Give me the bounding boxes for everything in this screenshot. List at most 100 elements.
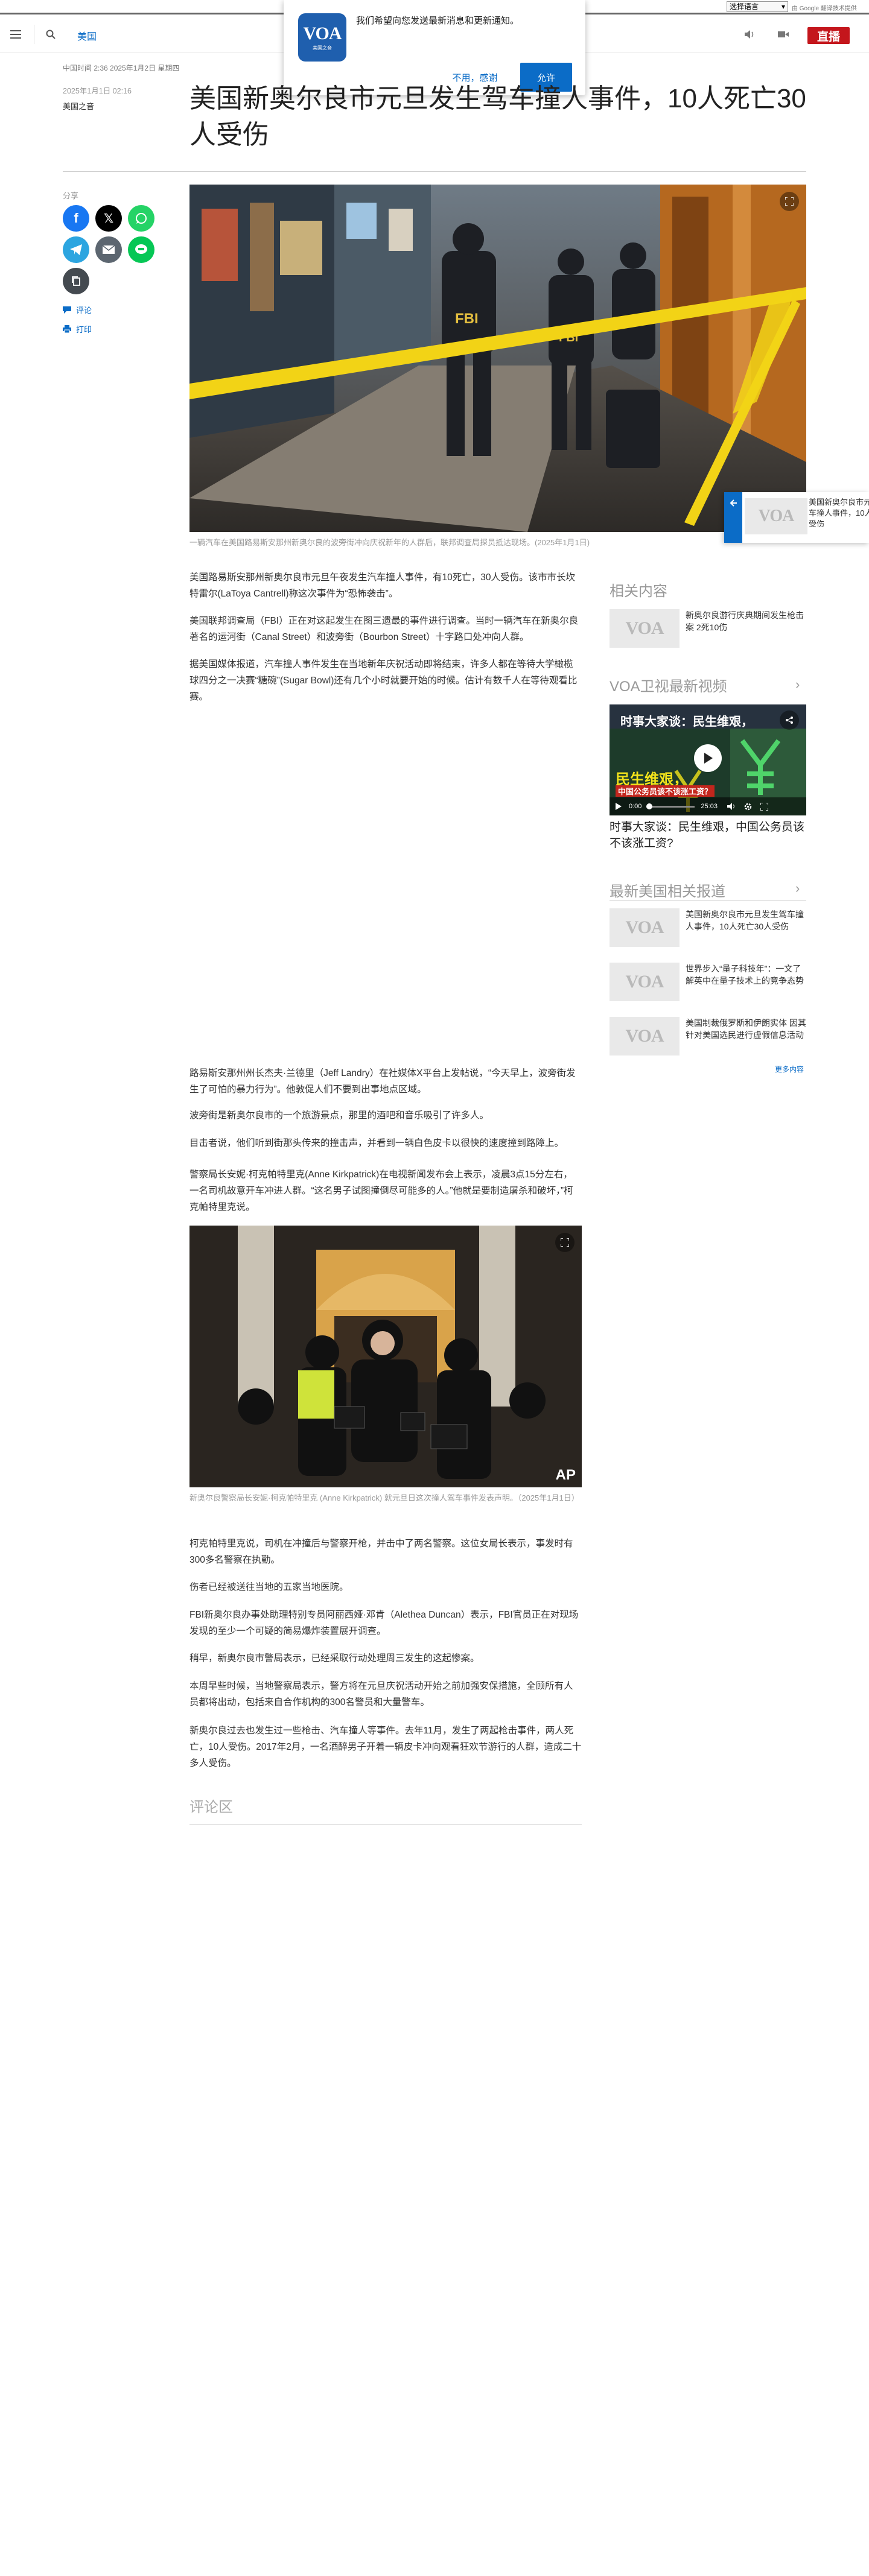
live-button-label: 直播	[816, 30, 840, 43]
telegram-icon	[70, 244, 82, 255]
video-progress[interactable]	[646, 803, 695, 809]
comments-heading: 评论区	[189, 1799, 233, 1815]
chevron-right-icon[interactable]: ›	[795, 881, 800, 896]
language-select[interactable]: 选择语言 ▾	[727, 1, 788, 12]
video-total-time: 25:03	[701, 803, 718, 810]
article-paragraph: 据美国媒体报道，汽车撞人事件发生在当地新年庆祝活动即将结束，许多人都在等待大学橄…	[189, 659, 578, 702]
latest-heading[interactable]: 最新美国相关报道	[610, 879, 725, 900]
play-button[interactable]	[694, 744, 722, 772]
ap-logo: AP	[555, 1467, 576, 1483]
article-paragraph: 美国联邦调查局（FBI）正在对这起发生在图三遗最的事件进行调查。当时一辆汽车在新…	[189, 616, 579, 642]
notification-message: 我们希望向您发送最新消息和更新通知。	[356, 16, 520, 26]
related-heading: 相关内容	[610, 583, 667, 600]
line-icon	[135, 244, 147, 254]
fullscreen-icon[interactable]	[760, 802, 768, 811]
related-item-title[interactable]: 新奥尔良游行庆典期间发生枪击案 2死10伤	[686, 609, 806, 633]
x-share-button[interactable]: 𝕏	[95, 205, 122, 232]
floating-title: 美国新奥尔良市元旦发生驾车撞人事件，10人死亡30人受伤	[809, 498, 869, 528]
voa-logo-sub: 美国之音	[313, 45, 332, 51]
chevron-right-icon[interactable]: ›	[795, 677, 800, 692]
article-paragraph: 伤者已经被送往当地的五家当地医院。	[189, 1582, 349, 1592]
section-link[interactable]: 美国	[77, 28, 97, 43]
telegram-share-button[interactable]	[63, 236, 89, 263]
video-controls: 0:00 25:03	[610, 797, 806, 815]
share-label: 分享	[63, 191, 79, 200]
dateline: 中国时间 2:36 2025年1月2日 星期四	[63, 64, 180, 72]
article-paragraph: FBI新奥尔良办事处助理特别专员阿丽西娅·邓肯（Alethea Duncan）表…	[189, 1610, 579, 1636]
comment-label: 评论	[76, 306, 92, 315]
video-progress-handle[interactable]	[646, 803, 653, 809]
language-select-label: 选择语言	[730, 2, 759, 11]
print-icon	[63, 325, 71, 333]
video-overlay-sub: 中国公务员该不该涨工资？	[616, 785, 715, 797]
arrow-left-icon	[730, 499, 737, 507]
floating-handle[interactable]	[724, 492, 742, 543]
byline[interactable]: 美国之音	[63, 100, 94, 112]
voa-logo-icon: VOA	[625, 618, 664, 638]
article-paragraph: 路易斯安那州州长杰夫·兰德里（Jeff Landry）在社媒体X平台上发帖说，“…	[189, 1068, 576, 1095]
copy-icon	[72, 276, 80, 286]
video-caption[interactable]: 时事大家谈：民生维艰，中国公务员该不该涨工资?	[610, 819, 806, 852]
share-icon[interactable]	[780, 710, 799, 730]
facebook-icon: f	[74, 210, 78, 226]
press-conference-caption: 新奥尔良警察局长安妮·柯克帕特里克 (Anne Kirkpatrick) 就元旦…	[189, 1493, 579, 1502]
x-icon: 𝕏	[103, 212, 114, 226]
google-attribution: 由 Google 翻译技术提供	[792, 3, 857, 12]
press-conference-drawing	[189, 1226, 582, 1487]
video-overlay-title: 时事大家谈：民生维艰，	[620, 715, 753, 729]
article-paragraph: 本周早些时候，当地警察局表示，警方将在元旦庆祝活动开始之前加强安保措施，全顾所有…	[189, 1681, 573, 1707]
article-paragraph: 稍早，新奥尔良市警局表示，已经采取行动处理周三发生的这起惨案。	[189, 1653, 480, 1663]
latest-item-title[interactable]: 世界步入“量子科技年”：一文了解英中在量子技术上的竞争态势	[686, 963, 806, 987]
print-label: 打印	[76, 325, 92, 334]
article-paragraph: 目击者说，他们听到街那头传来的撞击声，并看到一辆白色皮卡以很快的速度撞到路障上。	[189, 1138, 564, 1148]
latest-item-title[interactable]: 美国新奥尔良市元旦发生驾车撞人事件，10人死亡30人受伤	[686, 908, 806, 932]
article-paragraph: 柯克帕特里克说，司机在冲撞后与警察开枪，并击中了两名警察。这位女局长表示，事发时…	[189, 1539, 573, 1565]
comment-link[interactable]: 评论	[63, 304, 92, 315]
video-icon[interactable]	[775, 26, 792, 43]
live-button[interactable]: 直播	[807, 27, 850, 44]
hero-caption: 一辆汽车在美国路易斯安那州新奥尔良的波旁街冲向庆祝新年的人群后，联邦调查局探员抵…	[189, 538, 590, 547]
more-link[interactable]: 更多内容	[775, 1064, 804, 1074]
video-player[interactable]: 时事大家谈：民生维艰， 民生维艰， 中国公务员该不该涨工资？ 0:00 25:0…	[610, 704, 806, 815]
article-paragraph: 美国路易斯安那州新奥尔良市元旦午夜发生汽车撞人事件，有10死亡，30人受伤。该市…	[189, 572, 575, 599]
fullscreen-icon[interactable]	[555, 1233, 575, 1252]
latest-item-thumbnail[interactable]: VOA	[610, 908, 680, 947]
line-share-button[interactable]	[128, 236, 154, 263]
article-paragraph: 新奥尔良过去也发生过一些枪击、汽车撞人等事件。去年11月，发生了两起枪击事件，两…	[189, 1726, 582, 1768]
article-title: 美国新奥尔良市元旦发生驾车撞人事件，10人死亡30人受伤	[189, 84, 806, 150]
facebook-share-button[interactable]: f	[63, 205, 89, 232]
voa-notification-logo: VOA 美国之音	[298, 13, 346, 62]
voa-logo-icon: VOA	[758, 507, 795, 525]
floating-next-article[interactable]: VOA 美国新奥尔良市元旦发生驾车撞人事件，10人死亡30人受伤	[724, 492, 869, 543]
google-attribution-text: 由 Google 翻译	[792, 5, 833, 12]
video-heading[interactable]: VOA卫视最新视频	[610, 674, 727, 695]
play-small-icon[interactable]	[616, 803, 622, 810]
audio-icon[interactable]	[741, 26, 758, 43]
floating-thumbnail: VOA	[745, 498, 807, 534]
title-divider	[63, 171, 806, 172]
email-icon	[103, 245, 115, 254]
menu-icon[interactable]	[7, 26, 24, 43]
related-item-thumbnail[interactable]: VOA	[610, 609, 680, 648]
settings-icon[interactable]	[744, 803, 752, 811]
latest-item-thumbnail[interactable]: VOA	[610, 1017, 680, 1055]
search-icon[interactable]	[42, 26, 59, 43]
fullscreen-icon[interactable]	[780, 192, 799, 211]
whatsapp-share-button[interactable]	[128, 205, 154, 232]
copy-link-button[interactable]	[63, 268, 89, 294]
print-link[interactable]: 打印	[63, 323, 92, 335]
volume-icon[interactable]	[727, 803, 736, 810]
voa-logo-icon: VOA	[625, 917, 664, 937]
email-share-button[interactable]	[95, 236, 122, 263]
hero-image: FBI FBI	[189, 185, 806, 532]
press-conference-image: AP	[189, 1226, 582, 1487]
hero-image-drawing: FBI FBI	[189, 185, 806, 532]
play-icon	[704, 753, 713, 764]
video-current-time: 0:00	[629, 803, 642, 810]
voa-logo-icon: VOA	[625, 1026, 664, 1046]
latest-item-thumbnail[interactable]: VOA	[610, 963, 680, 1001]
voa-logo-text: VOA	[303, 24, 342, 43]
latest-item-title[interactable]: 美国制裁俄罗斯和伊朗实体 因其针对美国选民进行虚假信息活动	[686, 1017, 806, 1041]
publish-date: 2025年1月1日 02:16	[63, 87, 132, 95]
whatsapp-icon	[136, 213, 147, 224]
